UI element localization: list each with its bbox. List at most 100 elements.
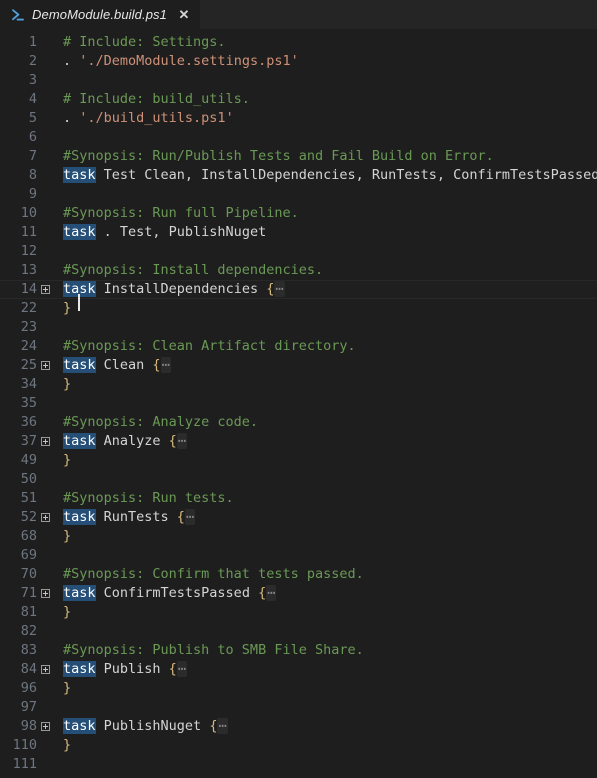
code-line[interactable]: 35 bbox=[0, 394, 597, 413]
code-line-content[interactable] bbox=[54, 755, 597, 774]
folded-region-placeholder[interactable]: ⋯ bbox=[217, 718, 228, 734]
code-line-content[interactable] bbox=[54, 698, 597, 717]
code-line-content[interactable]: #Synopsis: Clean Artifact directory. bbox=[54, 337, 597, 356]
close-icon[interactable]: ✕ bbox=[176, 7, 192, 23]
code-line[interactable]: 49} bbox=[0, 451, 597, 470]
code-line[interactable]: 52 task RunTests {⋯ bbox=[0, 508, 597, 527]
line-number: 25 bbox=[20, 357, 37, 373]
folded-region-placeholder[interactable]: ⋯ bbox=[184, 509, 196, 525]
code-line-content[interactable]: # Include: Settings. bbox=[54, 33, 597, 52]
code-line[interactable]: 83 #Synopsis: Publish to SMB File Share. bbox=[0, 641, 597, 660]
code-line[interactable]: 4 # Include: build_utils. bbox=[0, 90, 597, 109]
code-line-content[interactable]: . './build_utils.ps1' bbox=[54, 109, 597, 128]
code-line[interactable]: 7 #Synopsis: Run/Publish Tests and Fail B… bbox=[0, 147, 597, 166]
fold-expand-icon[interactable] bbox=[37, 280, 54, 299]
code-line[interactable]: 23 bbox=[0, 318, 597, 337]
code-line[interactable]: 68} bbox=[0, 527, 597, 546]
code-line-content[interactable]: task PublishNuget {⋯ bbox=[54, 717, 597, 736]
code-line-content[interactable]: #Synopsis: Run tests. bbox=[54, 489, 597, 508]
code-line-content[interactable] bbox=[54, 71, 597, 90]
code-line-content[interactable] bbox=[54, 128, 597, 147]
folded-region-placeholder[interactable]: ⋯ bbox=[176, 661, 187, 677]
code-line[interactable]: 24 #Synopsis: Clean Artifact directory. bbox=[0, 337, 597, 356]
code-line[interactable]: 50 bbox=[0, 470, 597, 489]
code-line-content[interactable] bbox=[54, 470, 597, 489]
code-line[interactable]: 70 #Synopsis: Confirm that tests passed. bbox=[0, 565, 597, 584]
code-line-content[interactable]: #Synopsis: Run/Publish Tests and Fail Bu… bbox=[54, 147, 597, 166]
fold-expand-icon[interactable] bbox=[37, 432, 54, 451]
code-line[interactable]: 97 bbox=[0, 698, 597, 717]
code-line-content[interactable]: # Include: build_utils. bbox=[54, 90, 597, 109]
code-token: } bbox=[63, 452, 72, 468]
code-line[interactable]: 34} bbox=[0, 375, 597, 394]
code-line[interactable]: 11 task . Test, PublishNuget bbox=[0, 223, 597, 242]
code-line-content[interactable]: } bbox=[54, 679, 597, 698]
code-line-content[interactable]: task Test Clean, InstallDependencies, Ru… bbox=[54, 166, 597, 185]
code-line[interactable]: 36 #Synopsis: Analyze code. bbox=[0, 413, 597, 432]
code-line-content[interactable]: #Synopsis: Analyze code. bbox=[54, 413, 597, 432]
code-line-content[interactable] bbox=[54, 185, 597, 204]
code-line[interactable]: 25 task Clean {⋯ bbox=[0, 356, 597, 375]
code-line[interactable]: 82 bbox=[0, 622, 597, 641]
code-line[interactable]: 9 bbox=[0, 185, 597, 204]
code-line[interactable]: 12 bbox=[0, 242, 597, 261]
code-line-content[interactable]: . './DemoModule.settings.ps1' bbox=[54, 52, 597, 71]
code-line-content[interactable]: } bbox=[54, 603, 597, 622]
code-line-content[interactable]: task InstallDependencies {⋯ bbox=[54, 280, 597, 311]
code-line-content[interactable] bbox=[54, 394, 597, 413]
fold-expand-icon[interactable] bbox=[37, 584, 54, 603]
fold-gutter-empty bbox=[37, 736, 54, 755]
code-line[interactable]: 10 #Synopsis: Run full Pipeline. bbox=[0, 204, 597, 223]
fold-expand-icon[interactable] bbox=[37, 508, 54, 527]
code-line[interactable]: 69 bbox=[0, 546, 597, 565]
editor-tab-demomodule-build-ps1[interactable]: DemoModule.build.ps1 ✕ bbox=[0, 0, 201, 29]
code-line[interactable]: 13 #Synopsis: Install dependencies. bbox=[0, 261, 597, 280]
code-line-content[interactable] bbox=[54, 622, 597, 641]
code-line-content[interactable] bbox=[54, 318, 597, 337]
code-line[interactable]: 8 task Test Clean, InstallDependencies, R… bbox=[0, 166, 597, 185]
code-line[interactable]: 71 task ConfirmTestsPassed {⋯ bbox=[0, 584, 597, 603]
folded-region-placeholder[interactable]: ⋯ bbox=[176, 433, 187, 449]
code-line[interactable]: 3 bbox=[0, 71, 597, 90]
code-editor[interactable]: 1 # Include: Settings. 2. './DemoModule.se… bbox=[0, 29, 597, 778]
code-line[interactable]: 111 bbox=[0, 755, 597, 774]
code-line[interactable]: 37 task Analyze {⋯ bbox=[0, 432, 597, 451]
folded-region-placeholder[interactable]: ⋯ bbox=[160, 357, 171, 373]
folded-region-placeholder[interactable]: ⋯ bbox=[274, 281, 285, 297]
fold-expand-icon[interactable] bbox=[37, 717, 54, 736]
fold-expand-icon[interactable] bbox=[37, 660, 54, 679]
fold-expand-icon[interactable] bbox=[37, 356, 54, 375]
code-line-content[interactable]: #Synopsis: Confirm that tests passed. bbox=[54, 565, 597, 584]
code-line-content[interactable]: task Analyze {⋯ bbox=[54, 432, 597, 451]
code-line[interactable]: 6 bbox=[0, 128, 597, 147]
code-line[interactable]: 84 task Publish {⋯ bbox=[0, 660, 597, 679]
code-line-content[interactable]: task Clean {⋯ bbox=[54, 356, 597, 375]
code-line[interactable]: 22} bbox=[0, 299, 597, 318]
code-line-content[interactable]: #Synopsis: Install dependencies. bbox=[54, 261, 597, 280]
code-line-content[interactable]: } bbox=[54, 451, 597, 470]
code-line-content[interactable]: #Synopsis: Publish to SMB File Share. bbox=[54, 641, 597, 660]
code-line-content[interactable]: task RunTests {⋯ bbox=[54, 508, 597, 527]
code-line[interactable]: 5. './build_utils.ps1' bbox=[0, 109, 597, 128]
code-line[interactable]: 110} bbox=[0, 736, 597, 755]
code-line-content[interactable]: #Synopsis: Run full Pipeline. bbox=[54, 204, 597, 223]
code-line-content[interactable]: task Publish {⋯ bbox=[54, 660, 597, 679]
code-line-content[interactable]: } bbox=[54, 527, 597, 546]
code-line[interactable]: 14 task InstallDependencies {⋯ bbox=[0, 280, 597, 311]
code-line-content[interactable] bbox=[54, 546, 597, 565]
code-line[interactable]: 98 task PublishNuget {⋯ bbox=[0, 717, 597, 736]
code-line[interactable]: 51 #Synopsis: Run tests. bbox=[0, 489, 597, 508]
code-line-content[interactable]: } bbox=[54, 736, 597, 755]
code-line-content[interactable] bbox=[54, 242, 597, 261]
code-line[interactable]: 96} bbox=[0, 679, 597, 698]
code-line[interactable]: 2. './DemoModule.settings.ps1' bbox=[0, 52, 597, 71]
folded-region-placeholder[interactable]: ⋯ bbox=[266, 585, 277, 601]
code-line[interactable]: 81} bbox=[0, 603, 597, 622]
code-token: #Synopsis: Analyze code. bbox=[63, 414, 259, 430]
code-line-content[interactable]: task . Test, PublishNuget bbox=[54, 223, 597, 242]
code-line-content[interactable]: task ConfirmTestsPassed {⋯ bbox=[54, 584, 597, 603]
line-number: 82 bbox=[20, 623, 37, 639]
code-line-content[interactable]: } bbox=[54, 299, 597, 318]
code-line-content[interactable]: } bbox=[54, 375, 597, 394]
code-line[interactable]: 1 # Include: Settings. bbox=[0, 33, 597, 52]
